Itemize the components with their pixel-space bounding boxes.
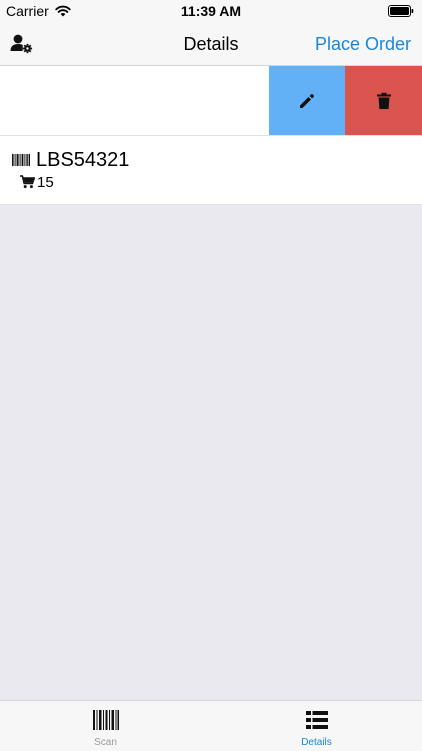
battery-icon: [388, 5, 414, 17]
tab-bar: Scan Details: [0, 700, 422, 751]
barcode-icon: [12, 154, 30, 166]
status-bar: Carrier 11:39 AM: [0, 0, 422, 22]
tab-scan[interactable]: Scan: [0, 701, 211, 751]
list-icon: [305, 711, 328, 729]
tab-details[interactable]: Details: [211, 701, 422, 751]
status-right: [388, 4, 414, 17]
pencil-icon: [300, 93, 314, 108]
item-quantity: 15: [37, 174, 54, 191]
tab-scan-label: Scan: [94, 737, 117, 748]
status-time: 11:39 AM: [180, 3, 242, 19]
cart-icon: [20, 175, 35, 189]
swiped-list-row[interactable]: [0, 66, 422, 136]
item-code: LBS54321: [36, 149, 130, 171]
delete-button[interactable]: [345, 66, 422, 135]
trash-icon: [376, 92, 391, 109]
tab-details-label: Details: [301, 737, 332, 748]
place-order-button[interactable]: Place Order: [315, 34, 411, 55]
barcode-icon: [92, 710, 119, 730]
list-item[interactable]: LBS54321 15: [0, 136, 422, 205]
edit-button[interactable]: [269, 66, 345, 135]
navigation-bar: Details Place Order: [0, 22, 422, 66]
